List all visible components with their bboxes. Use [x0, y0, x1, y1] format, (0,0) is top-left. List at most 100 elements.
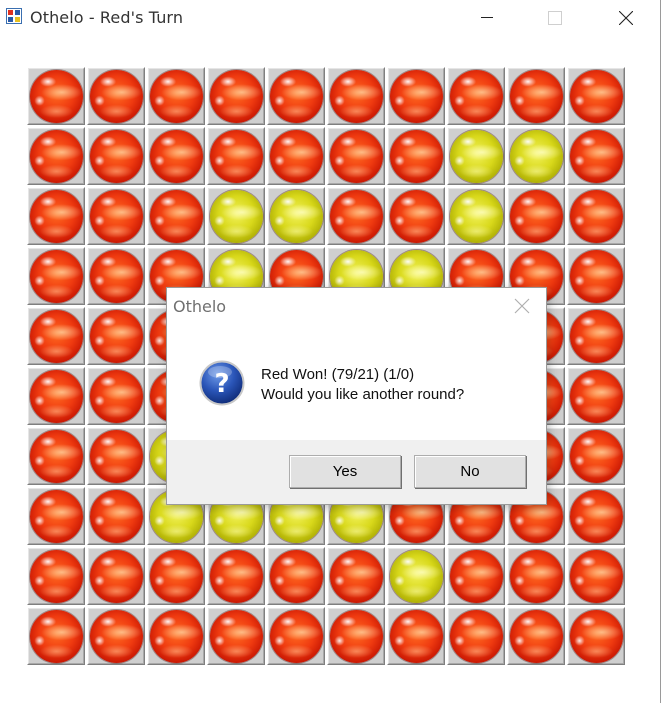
board-cell[interactable]: [447, 127, 505, 185]
board-cell[interactable]: [267, 607, 325, 665]
board-cell[interactable]: [567, 127, 625, 185]
board-cell[interactable]: [147, 187, 205, 245]
red-piece: [90, 190, 143, 243]
red-piece: [570, 610, 623, 663]
board-cell[interactable]: [567, 307, 625, 365]
board-cell[interactable]: [207, 127, 265, 185]
board-cell[interactable]: [207, 547, 265, 605]
board-cell[interactable]: [87, 187, 145, 245]
board-cell[interactable]: [507, 187, 565, 245]
board-cell[interactable]: [567, 187, 625, 245]
red-piece: [90, 250, 143, 303]
minimize-button[interactable]: [464, 0, 510, 34]
board-cell[interactable]: [207, 67, 265, 125]
board-cell[interactable]: [507, 607, 565, 665]
red-piece: [510, 610, 563, 663]
red-piece: [330, 130, 383, 183]
board-cell[interactable]: [207, 607, 265, 665]
board-cell[interactable]: [327, 547, 385, 605]
board-cell[interactable]: [387, 67, 445, 125]
board-cell[interactable]: [87, 307, 145, 365]
board-cell[interactable]: [567, 67, 625, 125]
board-cell[interactable]: [27, 187, 85, 245]
board-cell[interactable]: [387, 187, 445, 245]
board-cell[interactable]: [87, 427, 145, 485]
red-piece: [450, 550, 503, 603]
red-piece: [30, 190, 83, 243]
board-cell[interactable]: [507, 127, 565, 185]
board-cell[interactable]: [87, 67, 145, 125]
board-cell[interactable]: [27, 487, 85, 545]
board-cell[interactable]: [27, 307, 85, 365]
yellow-piece: [390, 550, 443, 603]
minimize-icon: [481, 17, 493, 18]
board-cell[interactable]: [567, 547, 625, 605]
red-piece: [570, 370, 623, 423]
board-cell[interactable]: [27, 247, 85, 305]
board-cell[interactable]: [87, 607, 145, 665]
board-cell[interactable]: [327, 67, 385, 125]
board-cell[interactable]: [387, 607, 445, 665]
board-cell[interactable]: [147, 547, 205, 605]
board-cell[interactable]: [447, 67, 505, 125]
board-cell[interactable]: [87, 487, 145, 545]
board-cell[interactable]: [27, 367, 85, 425]
board-cell[interactable]: [27, 67, 85, 125]
yes-button[interactable]: Yes: [289, 455, 401, 488]
red-piece: [30, 130, 83, 183]
red-piece: [90, 70, 143, 123]
board-cell[interactable]: [27, 607, 85, 665]
board-cell[interactable]: [87, 127, 145, 185]
board-cell[interactable]: [327, 127, 385, 185]
red-piece: [510, 70, 563, 123]
red-piece: [90, 490, 143, 543]
red-piece: [570, 190, 623, 243]
red-piece: [150, 190, 203, 243]
board-cell[interactable]: [267, 127, 325, 185]
red-piece: [210, 610, 263, 663]
board-cell[interactable]: [507, 547, 565, 605]
board-cell[interactable]: [267, 547, 325, 605]
board-cell[interactable]: [147, 607, 205, 665]
board-cell[interactable]: [267, 67, 325, 125]
yellow-piece: [510, 130, 563, 183]
close-button[interactable]: [602, 0, 648, 34]
board-cell[interactable]: [147, 127, 205, 185]
board-cell[interactable]: [387, 547, 445, 605]
board-cell[interactable]: [27, 427, 85, 485]
board-cell[interactable]: [567, 247, 625, 305]
red-piece: [30, 70, 83, 123]
board-cell[interactable]: [567, 367, 625, 425]
board-cell[interactable]: [27, 547, 85, 605]
board-cell[interactable]: [447, 187, 505, 245]
red-piece: [570, 130, 623, 183]
board-cell[interactable]: [567, 487, 625, 545]
close-icon: [619, 11, 633, 25]
red-piece: [210, 130, 263, 183]
board-cell[interactable]: [567, 607, 625, 665]
red-piece: [30, 370, 83, 423]
board-cell[interactable]: [27, 127, 85, 185]
board-cell[interactable]: [267, 187, 325, 245]
no-button[interactable]: No: [414, 455, 526, 488]
board-cell[interactable]: [207, 187, 265, 245]
maximize-button[interactable]: [531, 0, 577, 34]
board-cell[interactable]: [147, 67, 205, 125]
board-cell[interactable]: [387, 127, 445, 185]
board-cell[interactable]: [87, 547, 145, 605]
dialog-button-bar: Yes No: [167, 440, 546, 504]
board-cell[interactable]: [87, 367, 145, 425]
dialog-close-icon[interactable]: [512, 296, 532, 316]
board-cell[interactable]: [507, 67, 565, 125]
board-cell[interactable]: [447, 607, 505, 665]
title-bar[interactable]: Othelo - Red's Turn: [0, 0, 660, 34]
yellow-piece: [270, 190, 323, 243]
board-cell[interactable]: [87, 247, 145, 305]
board-cell[interactable]: [327, 187, 385, 245]
svg-text:?: ?: [214, 369, 229, 399]
red-piece: [330, 70, 383, 123]
board-cell[interactable]: [327, 607, 385, 665]
board-cell[interactable]: [567, 427, 625, 485]
red-piece: [30, 250, 83, 303]
board-cell[interactable]: [447, 547, 505, 605]
